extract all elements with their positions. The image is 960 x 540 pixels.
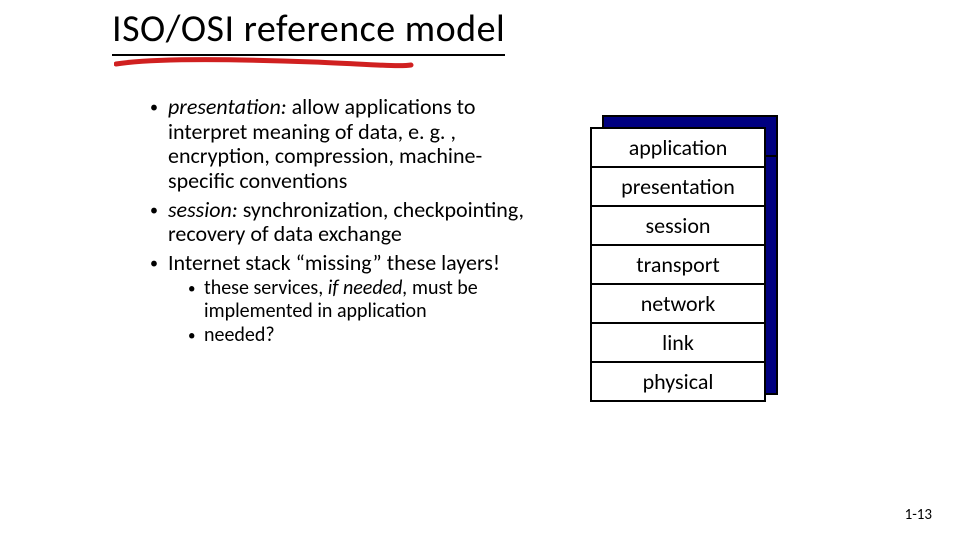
- layer-session: session: [590, 205, 766, 246]
- bullet-label: presentation:: [168, 93, 287, 120]
- sub-text: needed?: [204, 323, 275, 347]
- bullet-session: session: synchronization, checkpointing,…: [150, 198, 540, 247]
- layer-presentation: presentation: [590, 166, 766, 207]
- bullet-presentation: presentation: allow applications to inte…: [150, 95, 540, 194]
- bullet-text: Internet stack: [168, 249, 296, 276]
- layer-link: link: [590, 322, 766, 363]
- layer-network: network: [590, 283, 766, 324]
- body-text: presentation: allow applications to inte…: [150, 95, 540, 351]
- layer-application: application: [590, 127, 766, 168]
- sub-bullet-needed: needed?: [188, 324, 540, 346]
- title-wrap: ISO/OSI reference model: [112, 6, 505, 56]
- bullet-text: these layers!: [382, 249, 500, 276]
- layer-physical: physical: [590, 361, 766, 402]
- layer-transport: transport: [590, 244, 766, 285]
- page-number: 1-13: [905, 506, 932, 524]
- bullet-label: session:: [168, 196, 238, 223]
- bullet-quote: “missing”: [296, 249, 382, 276]
- red-underline-annotation: [114, 55, 414, 73]
- osi-stack: application presentation session transpo…: [590, 115, 780, 445]
- sub-text: these services,: [204, 276, 328, 300]
- bullet-missing-layers: Internet stack “missing” these layers! t…: [150, 251, 540, 347]
- stack-layers: application presentation session transpo…: [590, 127, 766, 402]
- slide-title: ISO/OSI reference model: [112, 6, 505, 56]
- slide: ISO/OSI reference model presentation: al…: [0, 0, 960, 540]
- sub-bullet-services: these services, if needed, must be imple…: [188, 277, 540, 322]
- sub-em: if needed,: [328, 276, 408, 300]
